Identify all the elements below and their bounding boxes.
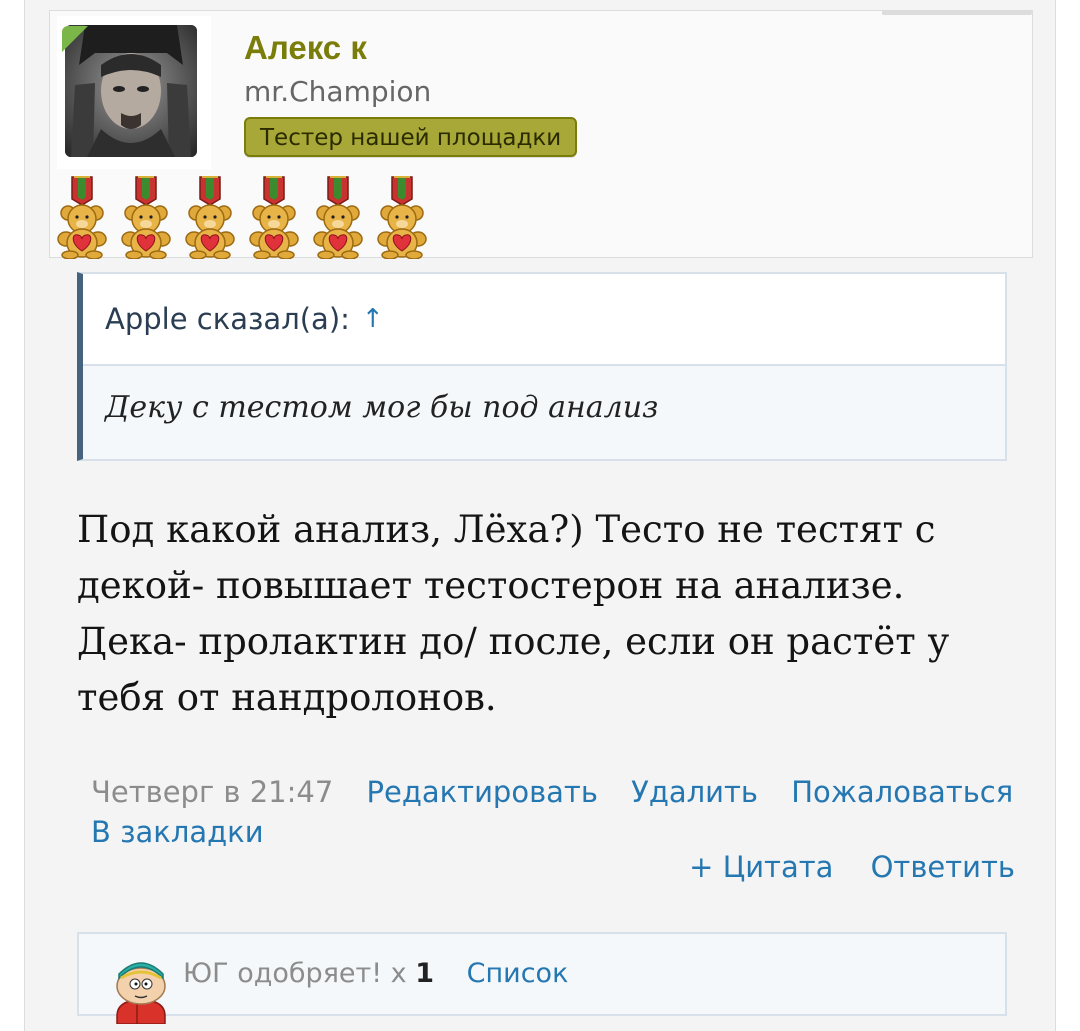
edit-link[interactable]: Редактировать [367, 775, 598, 809]
message-line: Дека- пролактин до/ после, если он растё… [77, 620, 950, 663]
message-body: Под какой анализ, Лёха?) Тесто не тестят… [77, 502, 1007, 726]
post-meta: Четверг в 21:47 Редактировать Удалить По… [91, 772, 1013, 852]
awards-row [54, 175, 430, 259]
delete-link[interactable]: Удалить [631, 775, 758, 809]
card-tab-indicator [882, 10, 1032, 15]
online-indicator [62, 26, 88, 52]
avatar-frame [57, 16, 211, 169]
quote-author: Apple сказал(а): [105, 302, 350, 336]
quote-header: Apple сказал(а): ↑ [83, 274, 1005, 366]
message-line: тебя от нандролонов. [77, 676, 497, 719]
likes-label: ЮГ одобряет! x [183, 958, 407, 989]
post-container: Алекс к mr.Champion Тестер нашей площадк… [24, 0, 1056, 1031]
post-actions: + Цитата Ответить [689, 850, 1015, 884]
quote-text: Деку с тестом мог бы под анализ [105, 390, 659, 425]
likes-bar: ЮГ одобряет! x 1 Список [77, 932, 1007, 1024]
post-date[interactable]: Четверг в 21:47 [91, 775, 333, 809]
likes-count: 1 [415, 958, 435, 989]
user-title: mr.Champion [244, 75, 432, 108]
bookmark-link[interactable]: В закладки [91, 815, 264, 849]
message-line: Под какой анализ, Лёха?) Тесто не тестят… [77, 508, 936, 551]
report-link[interactable]: Пожаловаться [791, 775, 1013, 809]
likes-summary: ЮГ одобряет! x 1 Список [183, 958, 568, 989]
multiquote-link[interactable]: + Цитата [689, 850, 833, 884]
user-banner: Тестер нашей площадки [244, 117, 578, 157]
jump-to-quote-icon[interactable]: ↑ [362, 304, 384, 334]
teddy-bear-medal-icon[interactable] [182, 175, 238, 259]
user-info-card: Алекс к mr.Champion Тестер нашей площадк… [49, 10, 1033, 259]
liker-avatar[interactable] [109, 956, 173, 1024]
teddy-bear-medal-icon[interactable] [374, 175, 430, 259]
teddy-bear-medal-icon[interactable] [310, 175, 366, 259]
likes-list-link[interactable]: Список [467, 958, 569, 989]
message-line: декой- повышает тестостерон на анализе. [77, 564, 905, 607]
teddy-bear-medal-icon[interactable] [118, 175, 174, 259]
username[interactable]: Алекс к [244, 29, 367, 67]
teddy-bear-medal-icon[interactable] [246, 175, 302, 259]
quote-block: Apple сказал(а): ↑ Деку с тестом мог бы … [77, 272, 1007, 461]
reply-link[interactable]: Ответить [871, 850, 1015, 884]
teddy-bear-medal-icon[interactable] [54, 175, 110, 259]
